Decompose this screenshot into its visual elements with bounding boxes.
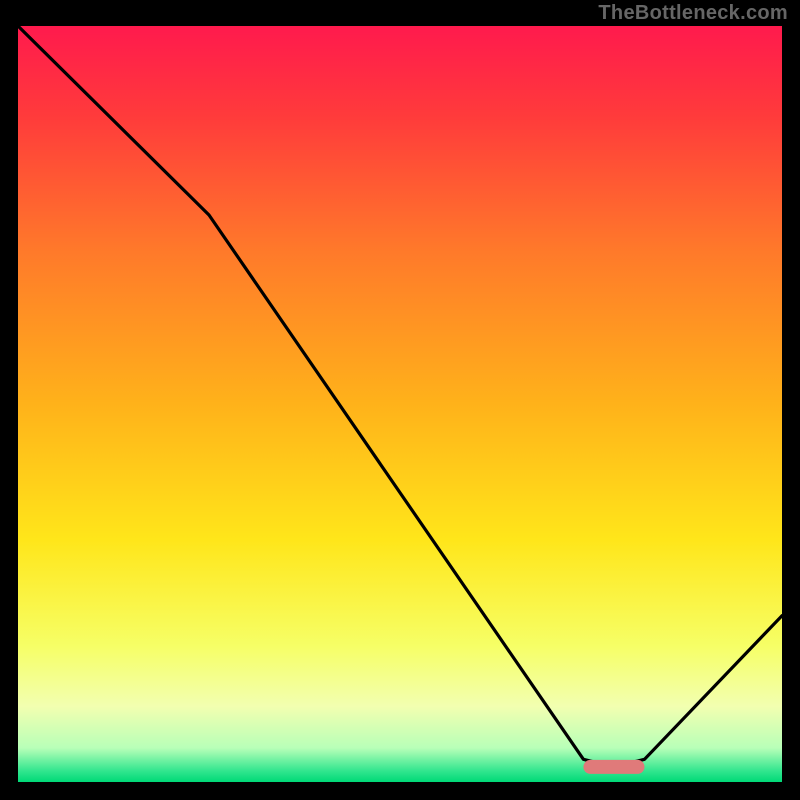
chart-frame <box>18 26 782 782</box>
bottleneck-chart <box>18 26 782 782</box>
watermark-text: TheBottleneck.com <box>598 2 788 25</box>
optimal-marker <box>583 760 644 774</box>
